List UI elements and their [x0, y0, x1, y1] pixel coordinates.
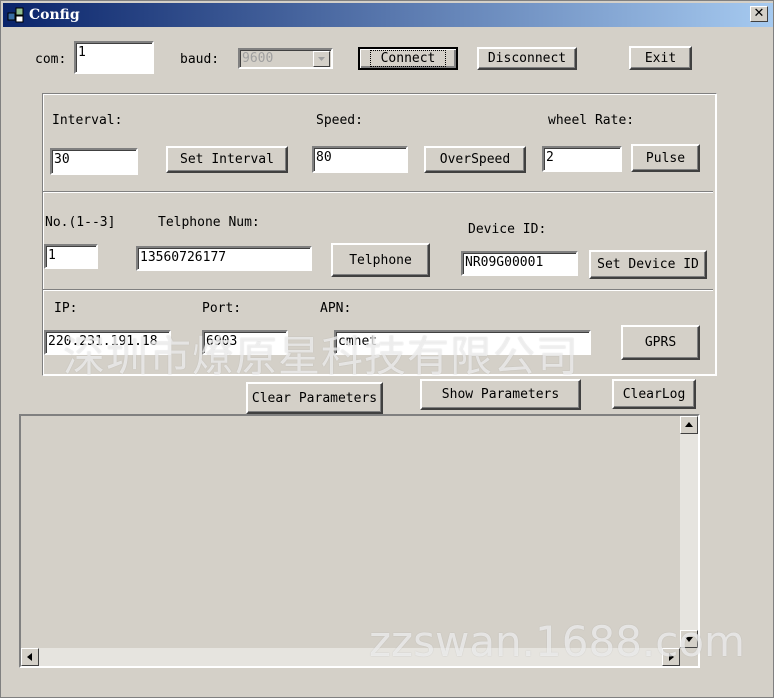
set-interval-button[interactable]: Set Interval: [166, 146, 288, 173]
wheel-rate-input[interactable]: 2: [542, 146, 622, 172]
pulse-button[interactable]: Pulse: [631, 144, 700, 172]
clear-log-button[interactable]: ClearLog: [612, 379, 696, 409]
show-parameters-button[interactable]: Show Parameters: [420, 379, 581, 410]
separator-1: [43, 191, 713, 193]
pulse-label: Pulse: [645, 150, 686, 166]
number-label: No.(1--3]: [45, 215, 116, 230]
speed-input[interactable]: 80: [312, 146, 408, 173]
com-label: com:: [35, 52, 67, 67]
baud-select[interactable]: 9600: [238, 48, 333, 69]
show-parameters-label: Show Parameters: [441, 387, 560, 402]
overspeed-button[interactable]: OverSpeed: [424, 146, 526, 173]
telphone-num-label: Telphone Num:: [158, 215, 260, 230]
disconnect-label: Disconnect: [487, 51, 567, 66]
baud-label: baud:: [180, 52, 220, 67]
clear-parameters-label: Clear Parameters: [251, 390, 378, 406]
com-input[interactable]: 1: [74, 41, 154, 74]
port-label: Port:: [202, 301, 242, 316]
arrow-up-icon: [685, 422, 693, 427]
telphone-button-label: Telphone: [349, 252, 412, 268]
vertical-scrollbar[interactable]: [680, 416, 698, 648]
chevron-down-icon: [318, 57, 325, 61]
dropdown-arrow-button[interactable]: [313, 51, 330, 67]
connect-button[interactable]: Connect: [358, 47, 458, 70]
clear-parameters-button[interactable]: Clear Parameters: [246, 382, 383, 414]
config-window: Config ✕ com: 1 baud: 9600 Connect Disco…: [0, 0, 774, 698]
interval-input[interactable]: 30: [50, 148, 138, 175]
interval-label: Interval:: [52, 113, 123, 128]
scroll-up-button[interactable]: [680, 416, 698, 434]
exit-button[interactable]: Exit: [629, 46, 692, 70]
gprs-button[interactable]: GPRS: [621, 325, 700, 360]
set-device-id-button[interactable]: Set Device ID: [589, 250, 707, 279]
telphone-num-input[interactable]: 13560726177: [136, 246, 312, 271]
baud-value: 9600: [242, 51, 274, 66]
close-button[interactable]: ✕: [750, 6, 768, 22]
connect-label: Connect: [369, 50, 447, 67]
telphone-button[interactable]: Telphone: [331, 243, 430, 277]
overspeed-label: OverSpeed: [439, 152, 511, 167]
device-id-input[interactable]: NR09G00001: [461, 251, 578, 276]
arrow-left-icon: [27, 653, 32, 661]
ip-label: IP:: [54, 301, 78, 316]
separator-2: [43, 289, 713, 291]
watermark-company: 深圳市燎原星科技有限公司: [63, 332, 580, 381]
set-device-id-label: Set Device ID: [597, 257, 699, 272]
exit-label: Exit: [644, 50, 677, 66]
gprs-button-label: GPRS: [644, 335, 677, 350]
title-bar[interactable]: Config: [3, 3, 773, 27]
disconnect-button[interactable]: Disconnect: [477, 47, 577, 70]
clear-log-label: ClearLog: [622, 386, 686, 402]
scroll-left-button[interactable]: [21, 648, 39, 666]
number-input[interactable]: 1: [44, 244, 98, 269]
watermark-site: zzswan.1688.com: [369, 617, 745, 666]
speed-label: Speed:: [316, 113, 363, 128]
apn-label: APN:: [320, 301, 352, 316]
app-icon: [7, 7, 24, 23]
set-interval-label: Set Interval: [180, 152, 274, 167]
window-title: Config: [29, 7, 80, 23]
wheel-rate-label: wheel Rate:: [548, 113, 635, 128]
device-id-label: Device ID:: [468, 222, 547, 237]
close-icon: ✕: [753, 6, 765, 21]
